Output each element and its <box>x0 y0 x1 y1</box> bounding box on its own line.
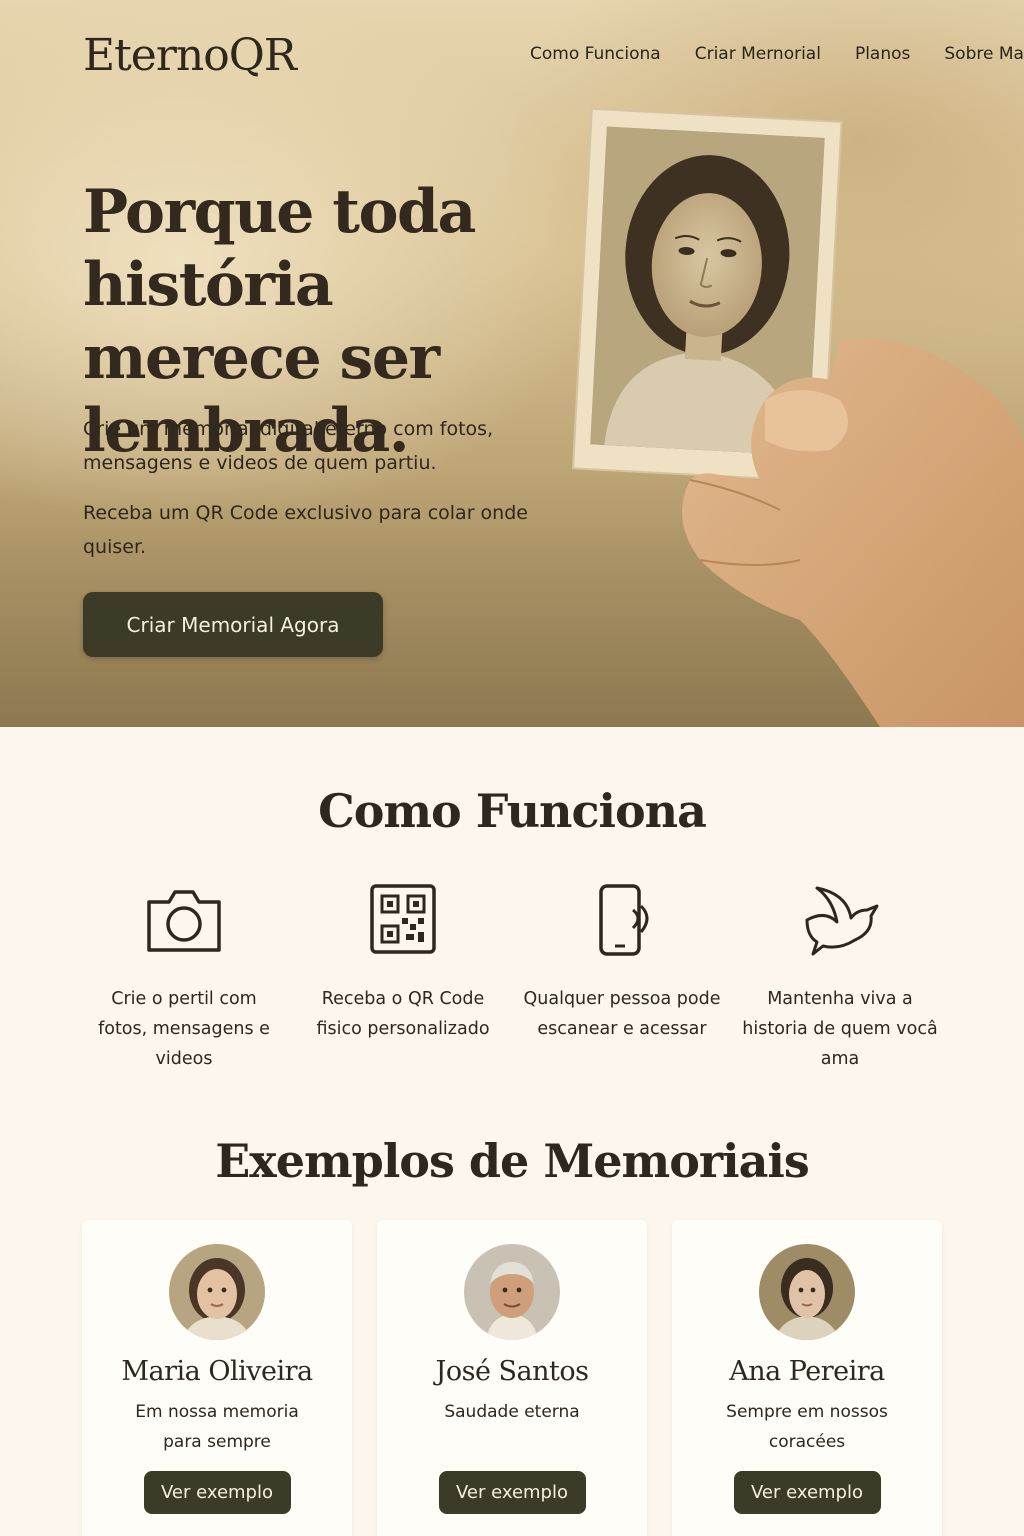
examples-title: Exemplos de Memoriais <box>215 1134 810 1188</box>
top-nav: Como Funciona Criar Mernorial Planos Sob… <box>530 44 1024 64</box>
phone-scan-icon <box>599 884 649 956</box>
hero-section: EternoQR Como Funciona Criar Mernorial P… <box>0 0 1024 727</box>
memorial-message: Sempre em nossos coracées <box>726 1402 888 1452</box>
hero-subtitle-qr: Receba um QR Code exclusivo para colar o… <box>83 502 528 558</box>
memorial-name: Maria Oliveira <box>121 1356 313 1387</box>
memorial-card-ana: Ana Pereira Sempre em nossos coracées Ve… <box>672 1220 942 1536</box>
memorial-message: Em nossa memoria para sempre <box>135 1402 299 1452</box>
step-text: Receba o QR Code fisico personalizado <box>316 989 490 1039</box>
step-text: Qualquer pessoa pode escanear e acessar <box>523 989 721 1039</box>
nav-link-sobre[interactable]: Sobre Ma <box>944 44 1024 64</box>
step-text: Crie o pertil com fotos, mensagens e vid… <box>98 989 270 1069</box>
dove-icon <box>805 886 879 956</box>
step-receive-qr: Receba o QR Code fisico personalizado <box>303 880 503 1044</box>
qr-code-icon <box>370 884 436 954</box>
memorial-name: José Santos <box>435 1356 589 1387</box>
step-scan: Qualquer pessoa pode escanear e acessar <box>522 880 722 1044</box>
memorial-message: Saudade eterna <box>444 1402 580 1422</box>
memorial-card-maria: Maria Oliveira Em nossa memoria para sem… <box>82 1220 352 1536</box>
nav-link-criar-memorial[interactable]: Criar Mernorial <box>695 44 821 64</box>
step-create-profile: Crie o pertil com fotos, mensagens e vid… <box>84 880 284 1074</box>
memorial-card-jose: José Santos Saudade eterna Ver exemplo <box>377 1220 647 1536</box>
view-example-button[interactable]: Ver exemplo <box>143 1471 291 1514</box>
nav-link-como-funciona[interactable]: Como Funciona <box>530 44 661 64</box>
how-it-works-title: Como Funciona <box>318 784 707 838</box>
avatar <box>464 1244 560 1340</box>
avatar <box>759 1244 855 1340</box>
create-memorial-button[interactable]: Criar Memorial Agora <box>83 592 383 657</box>
avatar <box>169 1244 265 1340</box>
logo[interactable]: EternoQR <box>83 30 297 81</box>
hero-subtitle: Crie um memorial digital eterno com foto… <box>83 418 494 474</box>
nav-link-planos[interactable]: Planos <box>855 44 910 64</box>
view-example-button[interactable]: Ver exemplo <box>733 1471 881 1514</box>
camera-icon <box>147 890 221 952</box>
view-example-button[interactable]: Ver exemplo <box>438 1471 586 1514</box>
step-text: Mantenha viva a historia de quem vocâ am… <box>742 989 938 1069</box>
step-keep-alive: Mantenha viva a historia de quem vocâ am… <box>740 880 940 1074</box>
memorial-name: Ana Pereira <box>729 1356 885 1387</box>
